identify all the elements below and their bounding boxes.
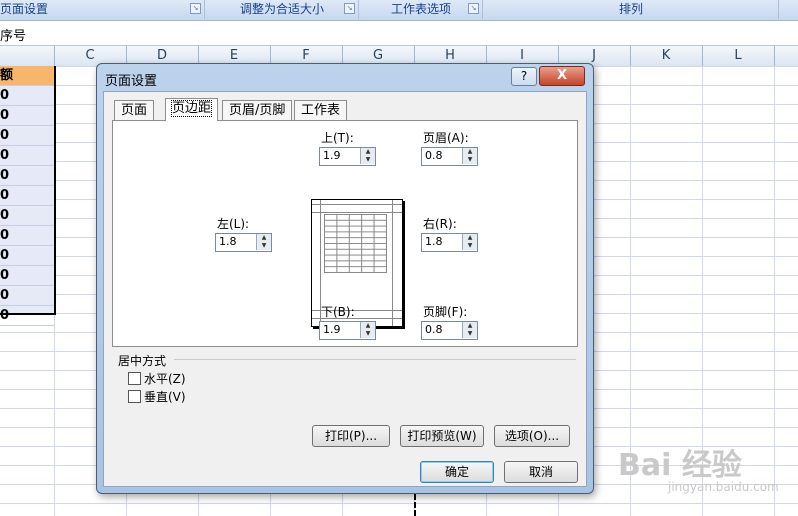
- horizontal-checkbox-label[interactable]: 水平(Z): [144, 370, 186, 387]
- footer-margin-input[interactable]: [422, 322, 461, 337]
- formula-bar-text[interactable]: 序号: [0, 25, 26, 44]
- vertical-checkbox-label[interactable]: 垂直(V): [144, 388, 186, 405]
- tab-header-footer-label: 页眉/页脚: [229, 103, 286, 118]
- top-margin-input[interactable]: [320, 148, 359, 163]
- page-break-line: [414, 494, 416, 516]
- bottom-margin-label: 下(B):: [321, 305, 355, 319]
- column-header-L[interactable]: L: [702, 46, 775, 66]
- tab-sheet[interactable]: 工作表: [294, 100, 348, 120]
- spin-down-icon[interactable]: ▼: [462, 242, 477, 250]
- right-margin-label: 右(R):: [423, 217, 457, 231]
- tab-header-footer[interactable]: 页眉/页脚: [222, 100, 293, 120]
- scale-to-fit-group: 调整为合适大小 ↘: [206, 0, 359, 19]
- bottom-margin-spinner[interactable]: ▲ ▼: [319, 321, 376, 340]
- top-margin-label: 上(T):: [321, 131, 354, 145]
- preview-top-margin-line: [312, 212, 402, 213]
- left-margin-label: 左(L):: [217, 217, 250, 231]
- preview-table-grid: [324, 214, 387, 273]
- footer-margin-label: 页脚(F):: [423, 305, 468, 319]
- dialog-body: 页面 页边距 页眉/页脚 工作表 上(T): ▲ ▼ 页眉(A): ▲ ▼: [103, 91, 587, 487]
- preview-header-line: [312, 204, 402, 205]
- print-button[interactable]: 打印(P)...: [312, 425, 390, 447]
- ribbon-group-labels: 页面设置 ↘ 调整为合适大小 ↘ 工作表选项 ↘ 排列: [0, 0, 798, 21]
- spin-down-icon[interactable]: ▼: [360, 156, 375, 164]
- cancel-button[interactable]: 取消: [504, 461, 578, 483]
- data-cell[interactable]: 0: [0, 166, 54, 186]
- spin-down-icon[interactable]: ▼: [360, 330, 375, 338]
- header-margin-input[interactable]: [422, 148, 461, 163]
- left-margin-input[interactable]: [216, 234, 255, 249]
- top-margin-spinner[interactable]: ▲ ▼: [319, 147, 376, 166]
- page-setup-dialog: 页面设置 ? X 页面 页边距 页眉/页脚 工作表 上(T): ▲ ▼ 页眉(A…: [96, 63, 594, 494]
- tab-margins[interactable]: 页边距: [165, 98, 219, 121]
- data-cell[interactable]: 0: [0, 226, 54, 246]
- header-margin-label: 页眉(A):: [423, 131, 469, 145]
- scale-to-fit-launcher-icon[interactable]: ↘: [344, 3, 355, 14]
- vertical-checkbox[interactable]: [128, 390, 141, 403]
- preview-right-margin-line: [392, 200, 393, 326]
- column-header-K[interactable]: K: [630, 46, 703, 66]
- data-cell[interactable]: 0: [0, 206, 54, 226]
- tab-page[interactable]: 页面: [114, 100, 155, 120]
- help-button[interactable]: ?: [511, 67, 537, 86]
- scale-to-fit-label: 调整为合适大小: [239, 2, 324, 16]
- watermark-logo-text: Bai 经验: [618, 448, 742, 483]
- data-cell[interactable]: 0: [0, 266, 54, 286]
- page-setup-group-label: 页面设置: [0, 2, 49, 16]
- margins-panel: 上(T): ▲ ▼ 页眉(A): ▲ ▼ 左(L): ▲ ▼ 右(R):: [112, 120, 578, 347]
- sheet-options-launcher-icon[interactable]: ↘: [468, 3, 479, 14]
- formula-bar[interactable]: 序号: [0, 21, 798, 46]
- options-button[interactable]: 选项(O)...: [494, 425, 570, 447]
- data-cell[interactable]: 0: [0, 106, 54, 126]
- dialog-title: 页面设置: [105, 74, 158, 89]
- right-margin-input[interactable]: [422, 234, 461, 249]
- tab-sheet-label: 工作表: [301, 103, 341, 118]
- data-cell[interactable]: 0: [0, 246, 54, 266]
- section-divider: [174, 359, 576, 360]
- tab-margins-label: 页边距: [170, 100, 213, 117]
- arrange-group: 排列: [484, 0, 779, 19]
- data-cell[interactable]: 0: [0, 86, 54, 106]
- sheet-options-group: 工作表选项 ↘: [360, 0, 483, 19]
- header-cell[interactable]: 额: [0, 66, 54, 86]
- selected-data-column[interactable]: 额 0 0 0 0 0 0 0 0 0 0 0 0: [0, 66, 56, 326]
- column-header-B[interactable]: [0, 46, 55, 66]
- sheet-options-label: 工作表选项: [390, 2, 451, 16]
- bottom-margin-input[interactable]: [320, 322, 359, 337]
- data-cell[interactable]: 0: [0, 186, 54, 206]
- spin-down-icon[interactable]: ▼: [256, 242, 271, 250]
- center-on-page-title: 居中方式: [118, 354, 167, 368]
- left-margin-spinner[interactable]: ▲ ▼: [215, 233, 272, 252]
- data-cell[interactable]: 0: [0, 146, 54, 166]
- horizontal-checkbox[interactable]: [128, 372, 141, 385]
- data-cell[interactable]: 0: [0, 306, 54, 326]
- data-cell[interactable]: 0: [0, 286, 54, 306]
- close-button[interactable]: X: [539, 66, 585, 86]
- baidu-watermark: Bai 经验 jingyan.baidu.com: [604, 430, 794, 500]
- page-setup-group: 页面设置 ↘: [0, 0, 205, 19]
- data-cell[interactable]: 0: [0, 126, 54, 146]
- page-setup-launcher-icon[interactable]: ↘: [190, 3, 201, 14]
- arrange-label: 排列: [618, 2, 643, 16]
- footer-margin-spinner[interactable]: ▲ ▼: [421, 321, 478, 340]
- print-preview-button[interactable]: 打印预览(W): [400, 425, 484, 447]
- right-margin-spinner[interactable]: ▲ ▼: [421, 233, 478, 252]
- watermark-url: jingyan.baidu.com: [668, 480, 779, 494]
- ok-button[interactable]: 确定: [420, 461, 494, 483]
- header-margin-spinner[interactable]: ▲ ▼: [421, 147, 478, 166]
- spin-down-icon[interactable]: ▼: [462, 330, 477, 338]
- tab-page-label: 页面: [121, 103, 148, 118]
- spin-down-icon[interactable]: ▼: [462, 156, 477, 164]
